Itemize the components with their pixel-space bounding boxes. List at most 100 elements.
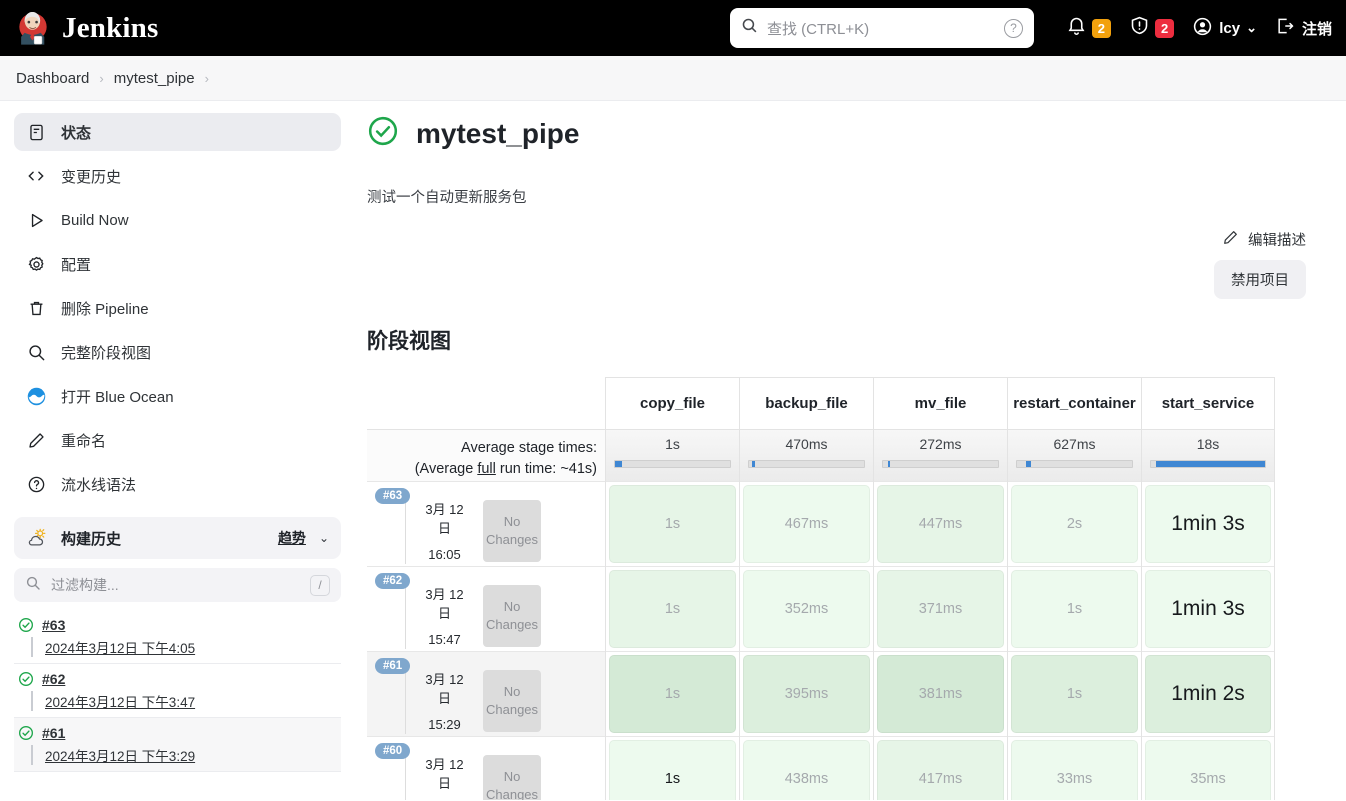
run-month-day: 3月 12 [425,502,464,517]
stage-cell[interactable]: 371ms [874,566,1007,651]
search-help-icon[interactable]: ? [1004,18,1023,38]
avg-full-link[interactable]: full [477,461,496,477]
stage-cell[interactable]: 352ms [740,566,873,651]
sidebar-item-full-stage-view[interactable]: 完整阶段视图 [14,333,341,371]
chevron-down-icon[interactable]: ⌄ [319,531,329,545]
stage-cell[interactable]: 1s [606,736,739,800]
stage-cell[interactable]: 1min 2s [1142,651,1274,736]
run-number-badge[interactable]: #60 [375,743,411,759]
stage-cell[interactable]: 467ms [740,481,873,566]
breadcrumb-item-dashboard[interactable]: Dashboard [16,70,89,87]
stage-name: backup_file [740,377,873,429]
run-changes-box[interactable]: No Changes [483,755,541,800]
build-number-link[interactable]: #61 [42,725,65,741]
avg-post: run time: ~41s) [495,461,597,477]
build-filter-input[interactable]: 过滤构建... / [14,568,341,602]
stage-cell[interactable]: 417ms [874,736,1007,800]
notifications-count-badge: 2 [1091,18,1111,38]
stage-cell[interactable]: 1min 3s [1142,481,1274,566]
stage-cell-value: 1s [609,655,736,733]
stage-run-meta-row[interactable]: #61 3月 12 日 15:29 No Changes [367,651,605,736]
run-date: 3月 12 日 [405,755,483,800]
sidebar-item-delete-pipeline[interactable]: 删除 Pipeline [14,289,341,327]
run-changes-box[interactable]: No Changes [483,500,541,562]
stage-cell[interactable]: 2s [1008,481,1141,566]
run-date: 3月 12 日 15:29 [405,670,483,734]
sidebar-item-configure[interactable]: 配置 [14,245,341,283]
run-changes-box[interactable]: No Changes [483,670,541,732]
build-history-item[interactable]: #62 2024年3月12日 下午3:47 [14,664,341,718]
stage-cell[interactable]: 1min 3s [1142,566,1274,651]
brand-title: Jenkins [62,11,159,44]
chevron-down-icon: ⌄ [1246,20,1257,35]
stage-cell[interactable]: 35ms [1142,736,1274,800]
stage-average: 272ms [874,429,1007,481]
stage-cell[interactable]: 1s [1008,566,1141,651]
stage-cell[interactable]: 1s [606,651,739,736]
run-day-suffix: 日 [437,691,451,706]
build-history-trend-link[interactable]: 趋势 [278,528,306,548]
run-number-badge[interactable]: #63 [375,488,411,504]
sidebar-item-changes[interactable]: 变更历史 [14,157,341,195]
stage-cell[interactable]: 33ms [1008,736,1141,800]
stage-run-meta-row[interactable]: #60 3月 12 日 No Changes [367,736,605,800]
stage-cell[interactable]: 395ms [740,651,873,736]
run-number-badge[interactable]: #61 [375,658,411,674]
stage-name: copy_file [606,377,739,429]
sidebar-item-label: 变更历史 [61,168,122,186]
run-number-badge[interactable]: #62 [375,573,411,589]
sidebar-item-pipeline-syntax[interactable]: 流水线语法 [14,465,341,503]
sidebar-item-status[interactable]: 状态 [14,113,341,151]
run-changes-box[interactable]: No Changes [483,585,541,647]
stage-run-meta-row[interactable]: #63 3月 12 日 16:05 No Changes [367,481,605,566]
stage-cell[interactable]: 1s [606,566,739,651]
build-number-link[interactable]: #63 [42,617,65,633]
help-icon [25,473,47,495]
run-day-suffix: 日 [437,606,451,621]
build-history-item[interactable]: #63 2024年3月12日 下午4:05 [14,610,341,664]
user-avatar-icon [1192,16,1213,41]
logout-icon [1275,16,1295,40]
build-date-link[interactable]: 2024年3月12日 下午3:47 [31,691,337,711]
build-date-link[interactable]: 2024年3月12日 下午3:29 [31,745,337,765]
stage-cell-value: 1s [609,570,736,648]
sidebar-item-rename[interactable]: 重命名 [14,421,341,459]
breadcrumb-item-mytest-pipe[interactable]: mytest_pipe [114,70,195,87]
filter-shortcut-badge: / [310,574,330,596]
project-actions: 编辑描述 禁用项目 [367,229,1306,299]
build-number-link[interactable]: #62 [42,671,65,687]
sidebar-item-build-now[interactable]: Build Now [14,201,341,239]
search-placeholder: 查找 (CTRL+K) [767,20,870,38]
play-icon [25,209,47,231]
sidebar-item-blue-ocean[interactable]: 打开 Blue Ocean [14,377,341,415]
stage-cell-value: 381ms [877,655,1004,733]
stage-average-bar [614,460,731,468]
notifications-button[interactable]: 2 [1066,15,1111,41]
build-filter-placeholder: 过滤构建... [51,577,119,593]
stage-name: restart_container [1008,377,1141,429]
stage-cell[interactable]: 438ms [740,736,873,800]
run-month-day: 3月 12 [425,757,464,772]
stage-average-time: 1s [665,436,680,452]
build-date-link[interactable]: 2024年3月12日 下午4:05 [31,637,337,657]
user-menu-button[interactable]: lcy ⌄ [1192,16,1257,41]
logout-button[interactable]: 注销 [1275,16,1332,40]
stage-column-copy-file: copy_file 1s 1s 1s 1s 1s [605,377,739,800]
stage-cell[interactable]: 381ms [874,651,1007,736]
security-button[interactable]: 2 [1129,15,1175,41]
search-icon [741,17,758,39]
stage-run-meta-row[interactable]: #62 3月 12 日 15:47 No Changes [367,566,605,651]
stage-cell[interactable]: 1s [606,481,739,566]
stage-cell-value: 1s [609,740,736,800]
stage-cell[interactable]: 447ms [874,481,1007,566]
stage-average: 18s [1142,429,1274,481]
breadcrumb: Dashboard › mytest_pipe › [0,56,1346,101]
disable-project-button[interactable]: 禁用项目 [1214,260,1306,299]
build-history-item[interactable]: #61 2024年3月12日 下午3:29 [14,718,341,772]
jenkins-home-link[interactable]: Jenkins [14,9,159,47]
edit-description-button[interactable]: 编辑描述 [1222,229,1306,250]
stage-cell[interactable]: 1s [1008,651,1141,736]
run-day-suffix: 日 [437,521,451,536]
average-stage-times-label: Average stage times: (Average full run t… [367,429,605,481]
search-input[interactable]: 查找 (CTRL+K) ? [730,8,1034,48]
